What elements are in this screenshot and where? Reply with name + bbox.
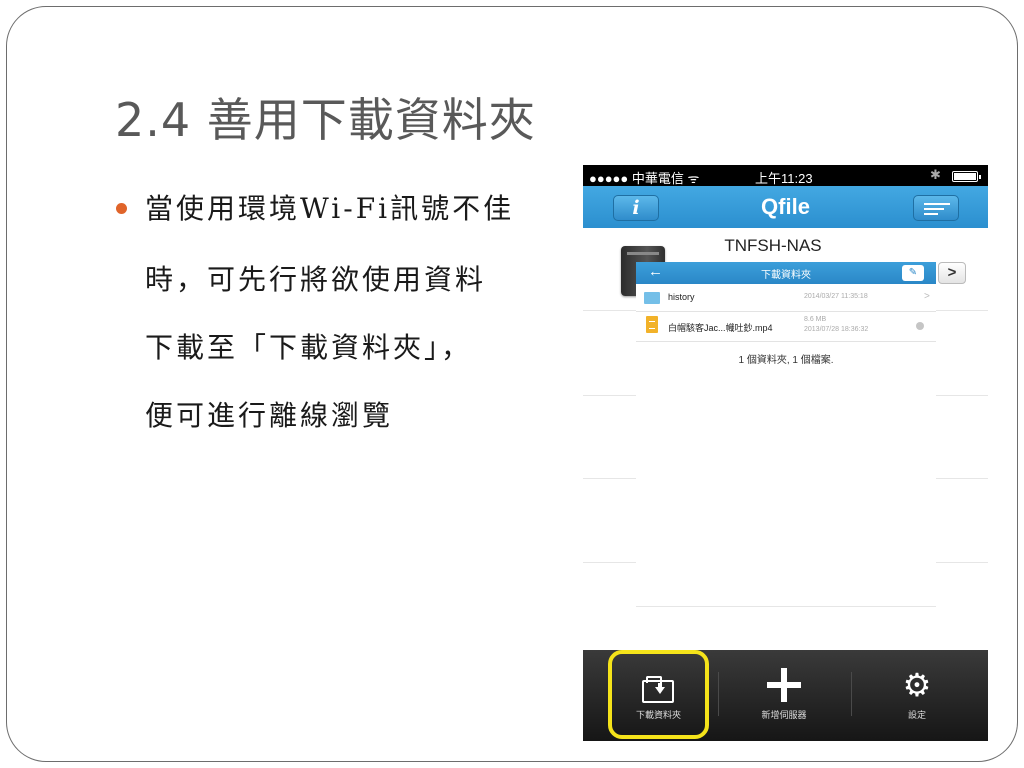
menu-button[interactable] [913, 195, 959, 221]
plus-icon [767, 668, 801, 702]
menu-icon-line [924, 213, 938, 215]
divider [936, 478, 988, 479]
next-server-button[interactable]: > [938, 262, 966, 284]
bullet-line-3: 下載至「下載資料夾」， [145, 331, 473, 364]
status-time: 上午11:23 [755, 171, 813, 186]
server-name: TNFSH-NAS [724, 236, 822, 255]
document-icon [646, 316, 658, 333]
menu-icon-line [924, 208, 944, 210]
list-item[interactable]: 白帽駭客Jac...幟吐鈔.mp4 8.6 MB 2013/07/28 18:3… [636, 312, 936, 342]
status-dot-icon [916, 322, 924, 330]
bluetooth-icon: ✱ [930, 167, 941, 182]
carrier-label: ●●●●● 中華電信 ᯤ [589, 171, 700, 186]
divider [583, 310, 636, 311]
tab-label: 新增伺服器 [761, 710, 807, 720]
bullet-line-2: 時，可先行將欲使用資料 [145, 263, 487, 296]
gear-icon: ⚙ [902, 667, 932, 703]
folder-icon [644, 292, 660, 304]
bullet-dot [116, 203, 127, 214]
tab-add-server[interactable]: 新增伺服器 [719, 650, 849, 741]
edit-button[interactable]: ✎ [902, 265, 924, 281]
chevron-right-icon: > [924, 291, 930, 302]
app-bar: i Qfile [583, 186, 988, 228]
download-folder-header: ← 下載資料夾 ✎ [636, 262, 936, 284]
file-date: 2013/07/28 18:36:32 [804, 326, 869, 333]
file-date: 2014/03/27 11:35:18 [804, 293, 868, 300]
battery-icon [952, 171, 981, 182]
phone-screenshot: ●●●●● 中華電信 ᯤ 上午11:23 ✱ i Qfile TNFSH-NAS… [583, 165, 988, 741]
divider [636, 606, 936, 607]
bullet-line-4: 便可進行離線瀏覽 [145, 399, 394, 432]
tab-divider [851, 672, 852, 716]
divider [583, 478, 636, 479]
divider [936, 310, 988, 311]
bullet-line-1: 當使用環境Wi-Fi訊號不佳 [145, 192, 515, 225]
list-summary: 1 個資料夾, 1 個檔案. [738, 355, 834, 366]
divider [583, 562, 636, 563]
panel-title: 下載資料夾 [761, 270, 811, 281]
tab-highlight-frame [608, 650, 709, 739]
tab-label: 設定 [907, 710, 926, 720]
divider [936, 562, 988, 563]
list-item[interactable]: history 2014/03/27 11:35:18 > [636, 284, 936, 312]
divider [936, 395, 988, 396]
file-list: history 2014/03/27 11:35:18 > 白帽駭客Jac...… [636, 284, 936, 342]
status-bar: ●●●●● 中華電信 ᯤ 上午11:23 ✱ [583, 165, 988, 186]
file-name: 白帽駭客Jac...幟吐鈔.mp4 [668, 323, 773, 333]
slide-title: 2.4 善用下載資料夾 [115, 93, 536, 147]
file-name: history [668, 292, 695, 302]
divider [583, 395, 636, 396]
tab-settings[interactable]: ⚙ 設定 [853, 650, 981, 741]
menu-icon [924, 203, 950, 205]
file-size: 8.6 MB [804, 316, 827, 323]
